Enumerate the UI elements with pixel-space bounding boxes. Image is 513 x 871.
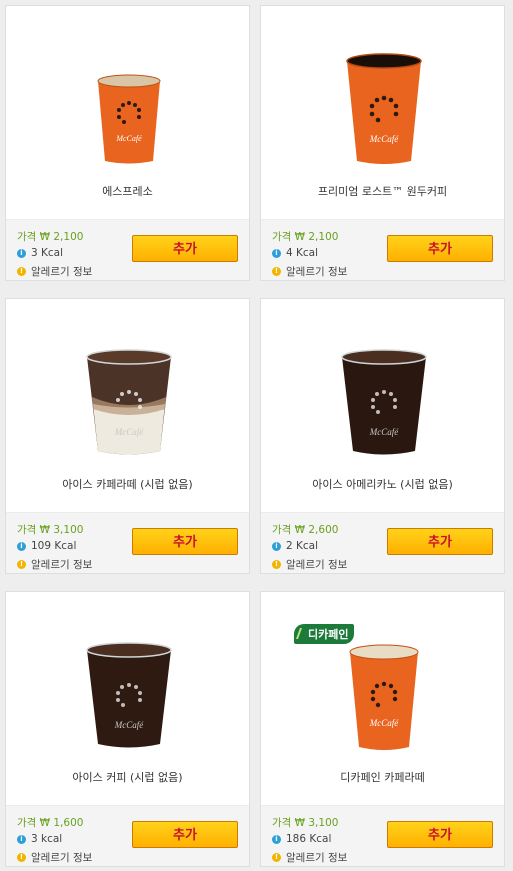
product-kcal: i 186 Kcal (272, 833, 331, 845)
allergy-info-link[interactable]: ! 알레르기 정보 (272, 850, 347, 865)
svg-text:McCafé: McCafé (114, 720, 144, 730)
info-icon: i (17, 834, 26, 844)
info-icon: i (272, 541, 281, 551)
product-price: 가격 ₩ 2,600 (272, 524, 339, 536)
add-button[interactable]: 추가 (132, 821, 238, 848)
product-price: 가격 ₩ 1,600 (17, 817, 84, 829)
product-kcal: i 4 Kcal (272, 247, 318, 259)
svg-text:McCafé: McCafé (115, 134, 142, 143)
kcal-label: 186 Kcal (286, 833, 332, 845)
svg-text:McCafé: McCafé (369, 134, 399, 144)
product-footer: 가격 ₩ 2,100 i 4 Kcal ! 알레르기 정보 추가 (261, 219, 504, 280)
add-button[interactable]: 추가 (387, 235, 493, 262)
allergy-info-link[interactable]: ! 알레르기 정보 (272, 557, 347, 572)
add-button[interactable]: 추가 (387, 528, 493, 555)
product-footer: 가격 ₩ 2,600 i 2 Kcal ! 알레르기 정보 추가 (261, 512, 504, 573)
product-image: McCafé (261, 6, 504, 176)
product-image: McCafé (6, 6, 249, 176)
product-footer: 가격 ₩ 1,600 i 3 kcal ! 알레르기 정보 추가 (6, 805, 249, 866)
allergy-info-link[interactable]: ! 알레르기 정보 (17, 850, 92, 865)
product-kcal: i 3 kcal (17, 833, 62, 845)
product-price: 가격 ₩ 3,100 (17, 524, 84, 536)
product-image: McCafé (6, 592, 249, 762)
product-name: 에스프레소 (102, 185, 153, 198)
allergy-icon: ! (17, 560, 26, 569)
info-icon: i (17, 248, 26, 258)
product-card[interactable]: McCafé 아이스 카페라떼 (시럽 없음) 가격 ₩ 3,100 i 109 … (5, 298, 250, 574)
product-card[interactable]: McCafé 아이스 아메리카노 (시럽 없음) 가격 ₩ 2,600 i 2 K… (260, 298, 505, 574)
kcal-label: 2 Kcal (286, 540, 319, 552)
allergy-info-link[interactable]: ! 알레르기 정보 (17, 557, 92, 572)
allergy-info-link[interactable]: ! 알레르기 정보 (272, 264, 347, 279)
allergy-label: 알레르기 정보 (31, 559, 93, 571)
product-card[interactable]: 디카페인 McCafé 디카페인 카페라떼 가격 ₩ 3,100 i 186 Kc… (260, 591, 505, 867)
product-price: 가격 ₩ 2,100 (272, 231, 339, 243)
svg-text:McCafé: McCafé (369, 718, 399, 728)
product-name: 프리미엄 로스트™ 원두커피 (317, 185, 448, 198)
svg-text:McCafé: McCafé (114, 427, 144, 437)
kcal-label: 3 Kcal (31, 247, 64, 259)
kcal-label: 3 kcal (31, 833, 63, 845)
product-footer: 가격 ₩ 2,100 i 3 Kcal ! 알레르기 정보 추가 (6, 219, 249, 280)
product-card[interactable]: McCafé 아이스 커피 (시럽 없음) 가격 ₩ 1,600 i 3 kcal… (5, 591, 250, 867)
decaf-badge: 디카페인 (294, 624, 355, 644)
product-name: 디카페인 카페라떼 (340, 771, 425, 784)
info-icon: i (17, 541, 26, 551)
kcal-label: 4 Kcal (286, 247, 319, 259)
product-card[interactable]: McCafé 프리미엄 로스트™ 원두커피 가격 ₩ 2,100 i 4 Kcal… (260, 5, 505, 281)
allergy-info-link[interactable]: ! 알레르기 정보 (17, 264, 92, 279)
product-name: 아이스 카페라떼 (시럽 없음) (62, 478, 193, 491)
allergy-label: 알레르기 정보 (286, 266, 348, 278)
allergy-label: 알레르기 정보 (286, 559, 348, 571)
allergy-icon: ! (272, 267, 281, 276)
product-grid: McCafé 에스프레소 가격 ₩ 2,100 i 3 Kcal ! 알레르기 정보… (0, 0, 513, 871)
add-button[interactable]: 추가 (132, 528, 238, 555)
allergy-label: 알레르기 정보 (31, 266, 93, 278)
product-name: 아이스 아메리카노 (시럽 없음) (312, 478, 453, 491)
product-image: McCafé (6, 299, 249, 469)
add-button[interactable]: 추가 (132, 235, 238, 262)
add-button[interactable]: 추가 (387, 821, 493, 848)
kcal-label: 109 Kcal (31, 540, 77, 552)
product-footer: 가격 ₩ 3,100 i 186 Kcal ! 알레르기 정보 추가 (261, 805, 504, 866)
info-icon: i (272, 248, 281, 258)
product-kcal: i 3 Kcal (17, 247, 63, 259)
allergy-icon: ! (272, 560, 281, 569)
product-name: 아이스 커피 (시럽 없음) (72, 771, 183, 784)
product-footer: 가격 ₩ 3,100 i 109 Kcal ! 알레르기 정보 추가 (6, 512, 249, 573)
product-price: 가격 ₩ 3,100 (272, 817, 339, 829)
product-image: 디카페인 McCafé (261, 592, 504, 762)
product-price: 가격 ₩ 2,100 (17, 231, 84, 243)
product-card[interactable]: McCafé 에스프레소 가격 ₩ 2,100 i 3 Kcal ! 알레르기 정보… (5, 5, 250, 281)
allergy-label: 알레르기 정보 (286, 852, 348, 864)
svg-text:McCafé: McCafé (369, 427, 399, 437)
allergy-icon: ! (272, 853, 281, 862)
allergy-icon: ! (17, 853, 26, 862)
product-image: McCafé (261, 299, 504, 469)
allergy-label: 알레르기 정보 (31, 852, 93, 864)
allergy-icon: ! (17, 267, 26, 276)
product-kcal: i 109 Kcal (17, 540, 76, 552)
product-kcal: i 2 Kcal (272, 540, 318, 552)
info-icon: i (272, 834, 281, 844)
